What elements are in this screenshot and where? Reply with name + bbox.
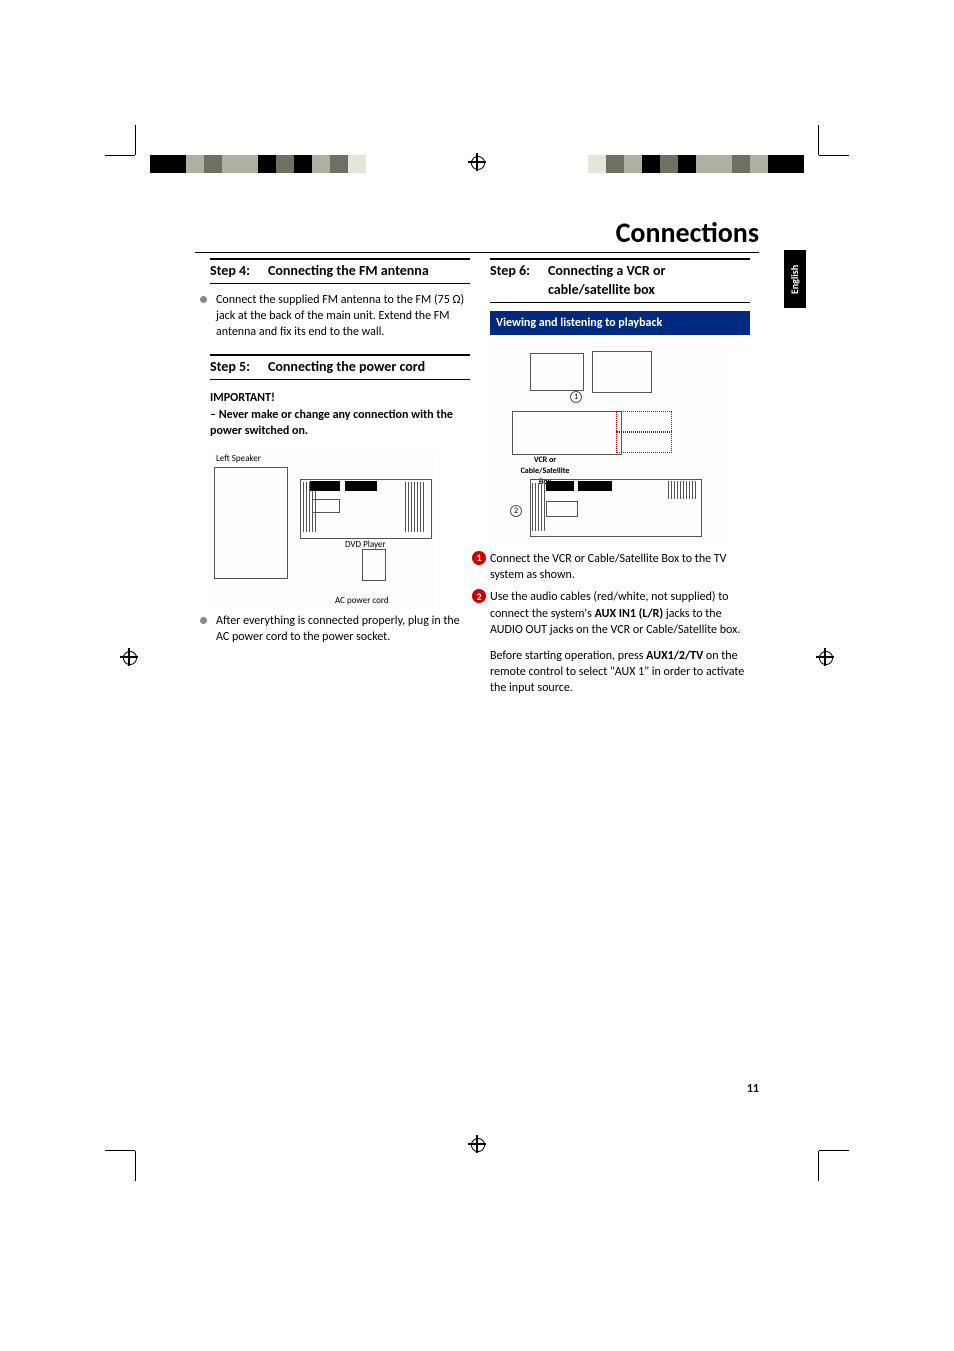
bold-text: AUX1/2/TV bbox=[646, 649, 703, 663]
language-tab: English bbox=[784, 250, 806, 308]
step-title: Connecting the power cord bbox=[268, 358, 425, 377]
ac-cord-label: AC power cord bbox=[335, 595, 389, 607]
vent-icon bbox=[405, 482, 425, 532]
step6-item-2: 2 Use the audio cables (red/white, not s… bbox=[490, 589, 750, 638]
step-title: Connecting a VCR or cable/satellite box bbox=[548, 262, 750, 300]
warning-label-icon bbox=[310, 481, 340, 491]
cable-zone-icon bbox=[616, 431, 672, 453]
body-text: Connect the VCR or Cable/Satellite Box t… bbox=[490, 551, 750, 583]
step6-note: Before starting operation, press AUX1/2/… bbox=[490, 648, 750, 697]
registration-mark-icon bbox=[120, 648, 138, 666]
vcr-icon bbox=[512, 411, 622, 455]
right-column: Step 6: Connecting a VCR or cable/satell… bbox=[490, 258, 750, 696]
cable-zone-icon bbox=[616, 411, 672, 433]
power-plug-icon bbox=[362, 549, 386, 581]
left-column: Step 4: Connecting the FM antenna Connec… bbox=[210, 258, 470, 655]
vent-icon bbox=[668, 481, 696, 499]
left-speaker-label: Left Speaker bbox=[216, 453, 261, 465]
step-title: Connecting the FM antenna bbox=[268, 262, 429, 281]
important-heading: IMPORTANT! bbox=[210, 390, 470, 406]
printer-color-strip bbox=[534, 155, 804, 173]
tv-rear-icon bbox=[592, 351, 652, 393]
step4-body: Connect the supplied FM antenna to the F… bbox=[210, 292, 470, 341]
important-body: – Never make or change any connection wi… bbox=[210, 407, 470, 439]
speaker-icon bbox=[214, 467, 288, 579]
callout-1: 1 bbox=[570, 391, 582, 403]
warning-label-icon bbox=[345, 481, 377, 491]
warning-label-icon bbox=[578, 481, 612, 491]
step-label: Step 5: bbox=[210, 358, 250, 377]
crop-mark bbox=[804, 140, 834, 170]
after-connect-body: After everything is connected properly, … bbox=[210, 613, 470, 645]
step5-heading: Step 5: Connecting the power cord bbox=[210, 354, 470, 380]
crop-mark bbox=[120, 1136, 150, 1166]
body-text: Use the audio cables (red/white, not sup… bbox=[490, 589, 750, 638]
scart-port-icon bbox=[312, 499, 340, 513]
step4-heading: Step 4: Connecting the FM antenna bbox=[210, 258, 470, 284]
bullet-icon bbox=[200, 296, 207, 303]
step6-item-1: 1 Connect the VCR or Cable/Satellite Box… bbox=[490, 551, 750, 583]
page-number: 11 bbox=[747, 1082, 759, 1096]
step-label: Step 6: bbox=[490, 262, 530, 300]
warning-label-icon bbox=[546, 481, 574, 491]
printer-color-strip bbox=[150, 155, 420, 173]
number-badge-2: 2 bbox=[472, 589, 486, 603]
step-label: Step 4: bbox=[210, 262, 250, 281]
power-cord-diagram: Left Speaker DVD Player AC power cord bbox=[210, 449, 435, 609]
number-badge-1: 1 bbox=[472, 551, 486, 565]
bold-text: AUX IN1 (L/R) bbox=[595, 607, 664, 621]
crop-mark bbox=[120, 140, 150, 170]
registration-mark-icon bbox=[468, 1135, 486, 1153]
blue-subheading: Viewing and listening to playback bbox=[490, 311, 750, 335]
crop-mark bbox=[804, 1136, 834, 1166]
vent-icon bbox=[532, 483, 546, 531]
body-text: Connect the supplied FM antenna to the F… bbox=[216, 292, 470, 341]
callout-2: 2 bbox=[510, 505, 522, 517]
scart-port-icon bbox=[546, 501, 578, 517]
tv-front-icon bbox=[530, 353, 584, 391]
bullet-icon bbox=[200, 617, 207, 624]
registration-mark-icon bbox=[816, 648, 834, 666]
text: Before starting operation, press bbox=[490, 649, 646, 663]
manual-page: Connections English Step 4: Connecting t… bbox=[0, 0, 954, 1351]
page-title: Connections bbox=[195, 215, 759, 253]
body-text: After everything is connected properly, … bbox=[216, 613, 470, 645]
registration-mark-icon bbox=[468, 153, 486, 171]
vcr-diagram: 1 VCR or Cable/Satellite Box 2 bbox=[490, 345, 730, 545]
step6-heading: Step 6: Connecting a VCR or cable/satell… bbox=[490, 258, 750, 303]
